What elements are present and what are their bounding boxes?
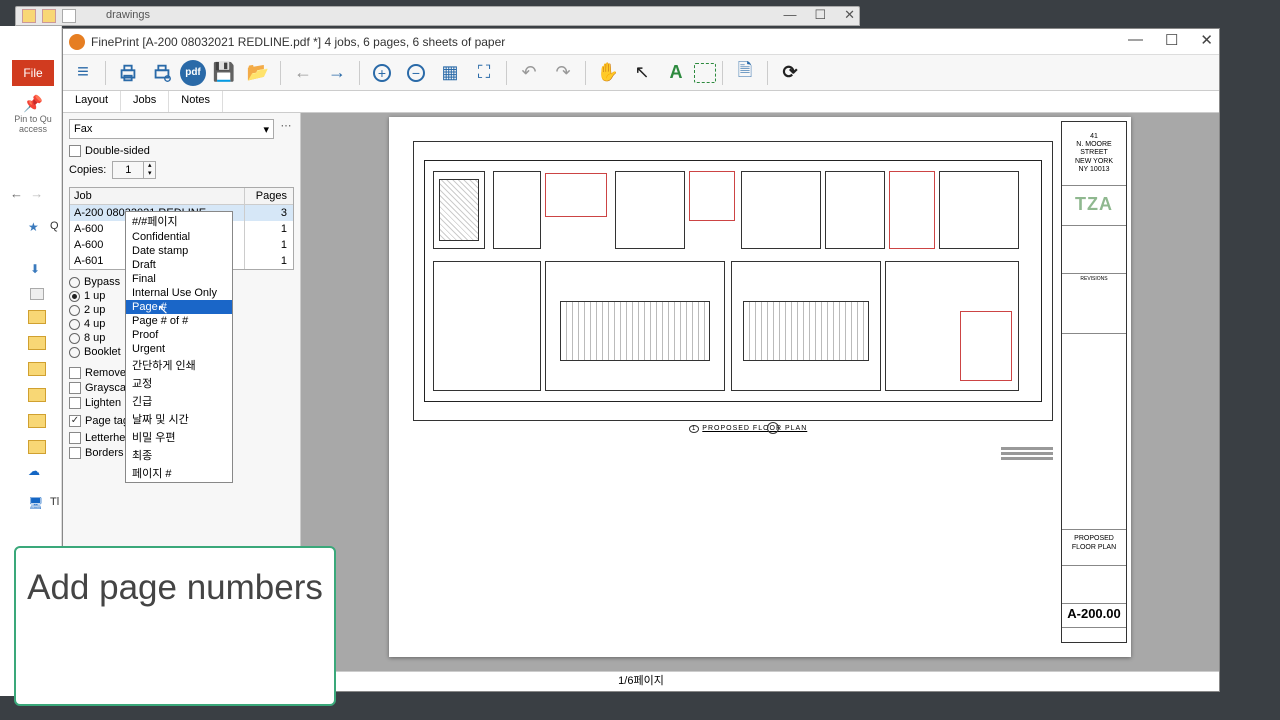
dropdown-item[interactable]: Proof [126, 328, 232, 342]
print-button[interactable] [112, 58, 144, 88]
background-explorer-window: drawings — ☐ ✕ [15, 6, 860, 26]
layout-bypass-radio[interactable] [69, 277, 80, 288]
preview-page[interactable]: 1 PROPOSED FLOOR PLAN 41 N. MOORE STREET… [389, 117, 1131, 657]
explorer-nav-back[interactable]: ← → [10, 186, 43, 201]
layout-8up-radio[interactable] [69, 333, 80, 344]
north-arrow-icon [767, 422, 779, 434]
dropdown-item[interactable]: 페이지 # [126, 464, 232, 482]
zoom-in-button[interactable]: + [366, 58, 398, 88]
floor-plan-drawing [413, 141, 1053, 421]
bg-close-icon[interactable]: ✕ [844, 7, 855, 23]
job-header-pages[interactable]: Pages [245, 188, 293, 204]
nav-forward-button[interactable]: → [321, 58, 353, 88]
chevron-down-icon: ▾ [263, 123, 269, 136]
double-sided-checkbox[interactable] [69, 145, 81, 157]
firm-info [1062, 226, 1126, 274]
dropdown-item[interactable]: #/#페이지 [126, 212, 232, 230]
tab-layout[interactable]: Layout [63, 91, 121, 112]
text-tool-button[interactable]: A [660, 58, 692, 88]
copies-input[interactable]: 1 ▴▾ [112, 161, 156, 179]
legend-key [1001, 447, 1053, 465]
drawing-title-block: 41 N. MOORE STREET NEW YORK NY 10013 TZA… [1061, 121, 1127, 643]
dropdown-item[interactable]: Page # of # [126, 314, 232, 328]
firm-logo: TZA [1062, 186, 1126, 226]
printer-select[interactable]: Fax▾ [69, 119, 274, 139]
grayscale-checkbox[interactable] [69, 382, 81, 394]
job-header-name[interactable]: Job [70, 188, 245, 204]
grid-view-button[interactable]: ▦ [434, 58, 466, 88]
file-menu-button[interactable]: File [12, 60, 54, 86]
bg-maximize-icon[interactable]: ☐ [814, 7, 826, 23]
open-button[interactable]: 📂 [242, 58, 274, 88]
tab-jobs[interactable]: Jobs [121, 91, 169, 112]
page-preview-area[interactable]: 1 PROPOSED FLOOR PLAN 41 N. MOORE STREET… [301, 113, 1219, 671]
remove-graphics-checkbox[interactable] [69, 367, 81, 379]
dropdown-item[interactable]: 비밀 우편 [126, 428, 232, 446]
undo-button[interactable]: ↶ [513, 58, 545, 88]
dropdown-item[interactable]: Confidential [126, 230, 232, 244]
dropdown-item[interactable]: 교정 [126, 374, 232, 392]
dropdown-item[interactable]: 간단하게 인쇄 [126, 356, 232, 374]
menu-icon[interactable]: ≡ [67, 58, 99, 88]
dropdown-item-selected[interactable]: Page # [126, 300, 232, 314]
dropdown-item[interactable]: 날짜 및 시간 [126, 410, 232, 428]
toolbar: ≡ pdf 💾 📂 ← → + − ▦ ⛶ ↶ ↷ ✋ ↖ A 🗎 ⟳ [63, 55, 1219, 91]
zoom-out-button[interactable]: − [400, 58, 432, 88]
dropdown-item[interactable]: Date stamp [126, 244, 232, 258]
letterhead-checkbox[interactable] [69, 432, 81, 444]
notes-button[interactable]: 🗎 [729, 58, 761, 88]
explorer-titlebar-icons [22, 9, 76, 23]
pagetag-checkbox[interactable]: ✓ [69, 415, 81, 427]
maximize-button[interactable]: ☐ [1165, 31, 1178, 49]
layout-1up-radio[interactable] [69, 291, 80, 302]
this-pc-label[interactable]: Tl [50, 496, 59, 508]
minimize-button[interactable]: — [1128, 31, 1143, 49]
dropdown-item[interactable]: Final [126, 272, 232, 286]
select-tool-button[interactable]: ↖ [626, 58, 658, 88]
revisions-label: REVISIONS [1062, 274, 1126, 334]
pdf-button[interactable]: pdf [180, 60, 206, 86]
pin-quick-access[interactable]: 📌 Pin to Qu access [12, 94, 54, 134]
marquee-tool-button[interactable] [694, 63, 716, 83]
dropdown-item[interactable]: 최종 [126, 446, 232, 464]
redo-button[interactable]: ↷ [547, 58, 579, 88]
tab-notes[interactable]: Notes [169, 91, 223, 112]
refresh-button[interactable]: ⟳ [774, 58, 806, 88]
printer-settings-button[interactable] [146, 58, 178, 88]
app-logo-icon [69, 34, 85, 50]
lighten-checkbox[interactable] [69, 397, 81, 409]
dropdown-item[interactable]: 긴급 [126, 392, 232, 410]
plan-label: 1 PROPOSED FLOOR PLAN [689, 425, 807, 432]
bg-minimize-icon[interactable]: — [783, 7, 796, 23]
printer-more-button[interactable]: ⋯ [278, 119, 294, 139]
sheet-number: A-200.00 [1062, 604, 1126, 628]
layout-2up-radio[interactable] [69, 305, 80, 316]
annotation-callout: Add page numbers [14, 546, 336, 706]
quick-access-label[interactable]: Q [50, 220, 59, 232]
pagetag-dropdown-list[interactable]: #/#페이지 Confidential Date stamp Draft Fin… [125, 211, 233, 483]
dropdown-item[interactable]: Draft [126, 258, 232, 272]
close-button[interactable]: ✕ [1200, 31, 1213, 49]
layout-booklet-radio[interactable] [69, 347, 80, 358]
explorer-tab-name: drawings [106, 9, 150, 21]
panel-tabs: Layout Jobs Notes [63, 91, 1219, 113]
dropdown-item[interactable]: Internal Use Only [126, 286, 232, 300]
nav-back-button[interactable]: ← [287, 58, 319, 88]
title-bar: FinePrint [A-200 08032021 REDLINE.pdf *]… [63, 29, 1219, 55]
layout-4up-radio[interactable] [69, 319, 80, 330]
fit-page-button[interactable]: ⛶ [468, 58, 500, 88]
copies-up-icon[interactable]: ▴ [143, 162, 155, 170]
copies-down-icon[interactable]: ▾ [143, 170, 155, 178]
borders-checkbox[interactable] [69, 447, 81, 459]
save-button[interactable]: 💾 [208, 58, 240, 88]
dropdown-item[interactable]: Urgent [126, 342, 232, 356]
copies-label: Copies: [69, 164, 106, 176]
bg-window-controls: — ☐ ✕ [783, 7, 855, 23]
pan-tool-button[interactable]: ✋ [592, 58, 624, 88]
double-sided-label: Double-sided [85, 145, 150, 157]
window-title: FinePrint [A-200 08032021 REDLINE.pdf *]… [91, 35, 505, 49]
